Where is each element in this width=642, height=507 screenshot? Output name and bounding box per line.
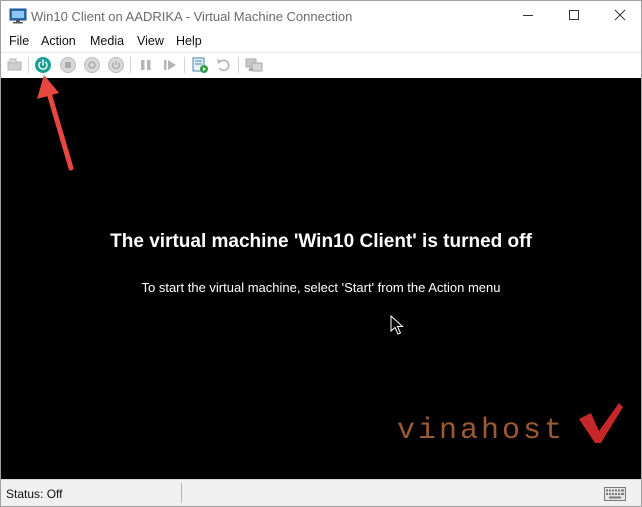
menu-action[interactable]: Action (41, 34, 76, 48)
start-icon[interactable] (34, 56, 52, 74)
status-separator (181, 483, 182, 503)
shut-down-icon[interactable] (83, 56, 101, 74)
toolbar-separator (130, 57, 131, 73)
revert-icon[interactable] (215, 56, 233, 74)
close-button[interactable] (597, 1, 641, 32)
title-bar[interactable]: Win10 Client on AADRIKA - Virtual Machin… (1, 1, 641, 32)
status-bar: Status: Off (1, 479, 641, 506)
menu-file[interactable]: File (9, 34, 29, 48)
maximize-icon (568, 8, 580, 26)
vm-connection-icon (9, 8, 27, 24)
turn-off-icon[interactable] (59, 56, 77, 74)
pause-icon[interactable] (137, 56, 155, 74)
watermark-check-icon (577, 401, 625, 450)
keyboard-icon[interactable] (604, 487, 626, 506)
maximize-button[interactable] (551, 1, 597, 32)
toolbar-separator (184, 57, 185, 73)
enhanced-session-icon[interactable] (245, 56, 263, 74)
resume-icon[interactable] (161, 56, 179, 74)
vm-connection-window: Win10 Client on AADRIKA - Virtual Machin… (0, 0, 642, 507)
menu-media[interactable]: Media (90, 34, 124, 48)
menu-help[interactable]: Help (176, 34, 202, 48)
window-title: Win10 Client on AADRIKA - Virtual Machin… (31, 9, 353, 24)
mouse-cursor-icon (390, 314, 404, 340)
vm-display[interactable]: The virtual machine 'Win10 Client' is tu… (1, 78, 641, 479)
minimize-icon (522, 8, 534, 26)
toolbar-separator (28, 57, 29, 73)
menu-bar: File Action Media View Help (1, 32, 641, 51)
watermark-text: vinahost (397, 414, 566, 448)
close-icon (614, 8, 626, 26)
menu-view[interactable]: View (137, 34, 164, 48)
minimize-button[interactable] (505, 1, 551, 32)
ctrl-alt-del-icon[interactable] (6, 56, 24, 74)
toolbar (1, 52, 641, 78)
save-icon[interactable] (107, 56, 125, 74)
status-text: Status: Off (6, 487, 63, 501)
toolbar-separator (238, 57, 239, 73)
checkpoint-icon[interactable] (191, 56, 209, 74)
vm-off-message: The virtual machine 'Win10 Client' is tu… (110, 231, 532, 252)
vm-start-hint: To start the virtual machine, select 'St… (141, 280, 501, 295)
